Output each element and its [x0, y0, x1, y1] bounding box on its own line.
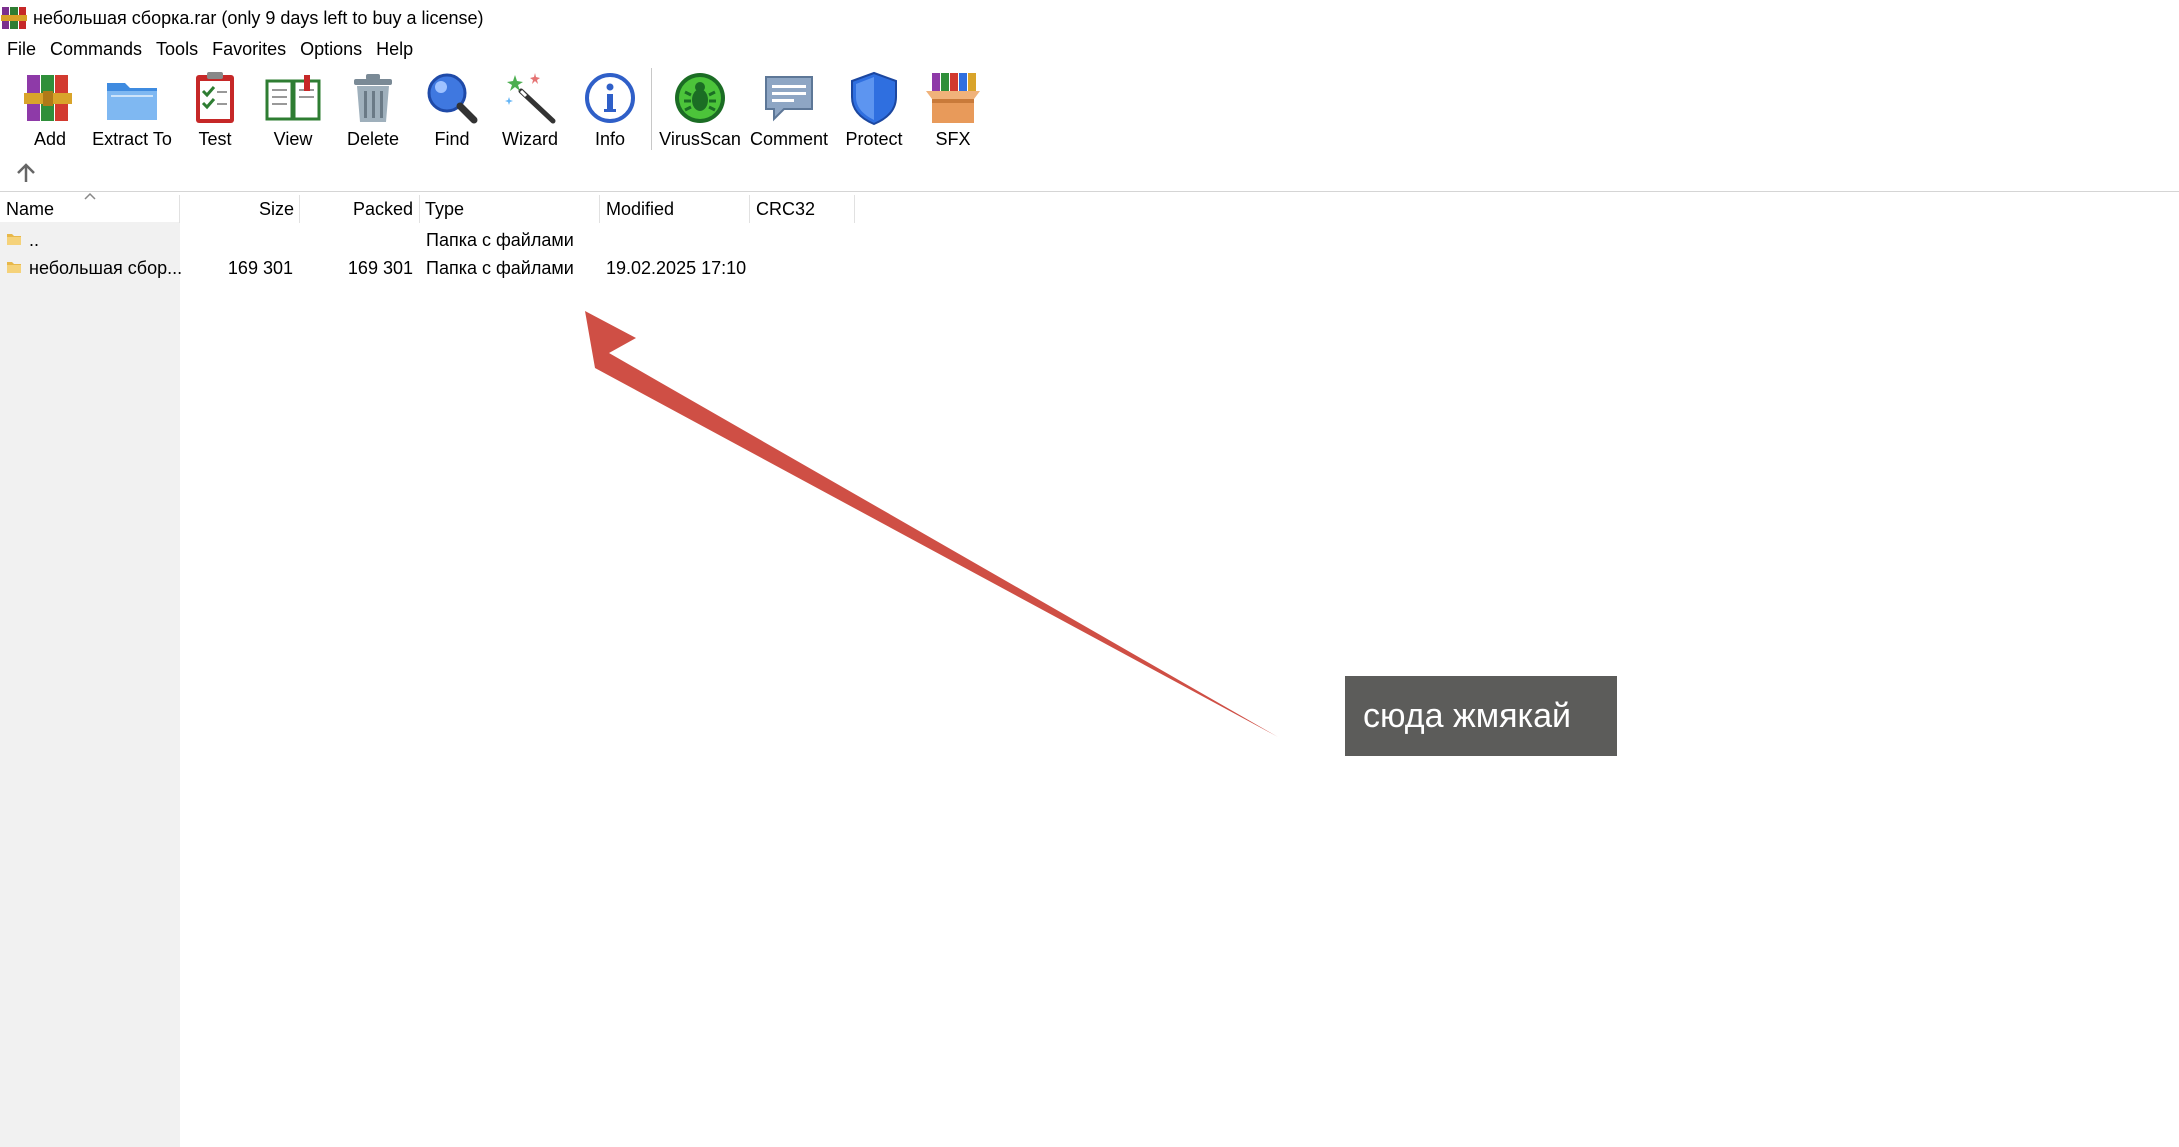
protect-label: Protect — [845, 129, 903, 149]
folder-icon — [7, 262, 21, 273]
row-packed — [300, 226, 413, 254]
toolbar-divider — [0, 191, 2179, 192]
row-modified: 19.02.2025 17:10 — [606, 257, 747, 278]
info-label: Info — [594, 129, 626, 149]
menu-bar: File Commands Tools Favorites Options He… — [0, 36, 420, 63]
test-clipboard-icon — [196, 72, 234, 123]
view-book-icon — [265, 75, 321, 121]
menu-file[interactable]: File — [7, 39, 36, 60]
column-header-name[interactable]: Name — [6, 195, 54, 223]
magnifier-icon — [427, 73, 478, 124]
extract-to-button[interactable]: Extract To — [87, 69, 177, 155]
shield-icon — [851, 71, 897, 126]
row-name: .. — [29, 229, 40, 250]
row-packed: 169 301 — [347, 257, 413, 278]
sfx-label: SFX — [935, 129, 971, 149]
window-title: небольшая сборка.rar (only 9 days left t… — [33, 7, 484, 28]
row-type: Папка с файлами — [426, 257, 574, 278]
virusscan-button[interactable]: VirusScan — [655, 69, 745, 155]
menu-commands[interactable]: Commands — [50, 39, 142, 60]
annotation-arrow — [585, 311, 1278, 737]
column-header-modified[interactable]: Modified — [606, 195, 674, 223]
view-label: View — [273, 129, 313, 149]
add-label: Add — [33, 129, 67, 149]
sfx-button[interactable]: SFX — [908, 69, 998, 155]
menu-options[interactable]: Options — [300, 39, 362, 60]
test-button[interactable]: Test — [170, 69, 260, 155]
column-header-type[interactable]: Type — [425, 195, 464, 223]
menu-favorites[interactable]: Favorites — [212, 39, 286, 60]
column-header-size[interactable]: Size — [180, 195, 294, 223]
menu-help[interactable]: Help — [376, 39, 413, 60]
add-archive-icon — [24, 75, 72, 121]
winrar-app-icon — [1, 7, 27, 29]
menu-tools[interactable]: Tools — [156, 39, 198, 60]
row-name: небольшая сбор... — [29, 257, 183, 278]
delete-button[interactable]: Delete — [328, 69, 418, 155]
add-button[interactable]: Add — [5, 69, 95, 155]
title-bar: небольшая сборка.rar (only 9 days left t… — [0, 0, 2179, 36]
name-column-shade — [0, 222, 180, 1147]
comment-button[interactable]: Comment — [744, 69, 834, 155]
toolbar-separator — [651, 68, 652, 150]
sfx-box-icon — [926, 73, 980, 123]
table-row[interactable]: .. Папка с файлами — [0, 226, 900, 254]
column-separator[interactable] — [599, 195, 600, 223]
table-row[interactable]: небольшая сбор... 169 301 169 301 Папка … — [0, 254, 900, 282]
extract-to-label: Extract To — [92, 129, 172, 149]
annotation-callout: сюда жмякай — [1345, 676, 1617, 756]
wizard-label: Wizard — [501, 129, 558, 149]
column-separator[interactable] — [854, 195, 855, 223]
column-separator[interactable] — [749, 195, 750, 223]
row-size — [180, 226, 293, 254]
row-size: 169 301 — [227, 257, 293, 278]
test-label: Test — [198, 129, 232, 149]
column-separator[interactable] — [419, 195, 420, 223]
wizard-button[interactable]: Wizard — [485, 69, 575, 155]
wizard-wand-icon — [505, 73, 556, 124]
protect-button[interactable]: Protect — [829, 69, 919, 155]
column-header-crc32[interactable]: CRC32 — [756, 195, 815, 223]
folder-icon — [7, 234, 21, 245]
column-header-packed[interactable]: Packed — [300, 195, 413, 223]
view-button[interactable]: View — [248, 69, 338, 155]
comment-bubble-icon — [765, 76, 813, 122]
up-folder-icon[interactable] — [12, 160, 42, 186]
sort-ascending-icon — [84, 192, 96, 200]
annotation-arrow-shape — [585, 311, 1278, 737]
toolbar: Add Extract To Test View Delete Find Wiz… — [0, 63, 2179, 153]
row-type: Папка с файлами — [426, 229, 574, 250]
find-label: Find — [434, 129, 470, 149]
delete-label: Delete — [346, 129, 400, 149]
find-button[interactable]: Find — [407, 69, 497, 155]
info-button[interactable]: Info — [565, 69, 655, 155]
extract-folder-icon — [107, 83, 157, 120]
info-icon — [585, 73, 635, 123]
virusscan-label: VirusScan — [659, 129, 741, 149]
trash-icon — [354, 74, 392, 122]
comment-label: Comment — [749, 129, 829, 149]
virus-bug-icon — [675, 73, 725, 123]
